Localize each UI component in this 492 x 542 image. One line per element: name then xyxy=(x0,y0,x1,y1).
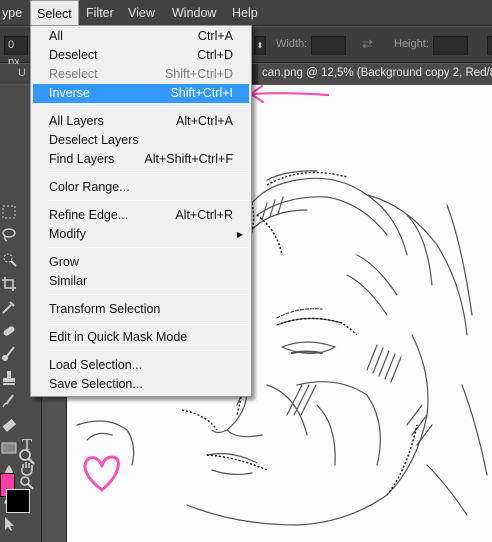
swap-icon[interactable]: ⇄ xyxy=(362,36,373,52)
menu-item-deselect[interactable]: Deselect Ctrl+D xyxy=(33,46,249,65)
menu-filter[interactable]: Filter xyxy=(80,0,120,26)
healing-brush-tool-icon[interactable] xyxy=(0,322,18,340)
menu-item-refine-edge[interactable]: Refine Edge... Alt+Ctrl+R xyxy=(33,206,249,225)
menu-item-all-layers[interactable]: All Layers Alt+Ctrl+A xyxy=(33,112,249,131)
menu-item-all[interactable]: All Ctrl+A xyxy=(33,27,249,46)
arrow-annotation-icon xyxy=(249,84,330,104)
menu-item-reselect: Reselect Shift+Ctrl+D xyxy=(49,67,233,81)
width-input[interactable] xyxy=(311,36,346,55)
menu-item-quick-mask[interactable]: Edit in Quick Mask Mode xyxy=(33,328,249,347)
menu-item-grow[interactable]: Grow xyxy=(33,253,249,272)
menu-item-load-selection[interactable]: Load Selection... xyxy=(33,356,249,375)
menu-separator xyxy=(48,247,248,248)
history-brush-tool-icon[interactable] xyxy=(0,392,18,410)
menu-window[interactable]: Window xyxy=(166,0,222,26)
clone-stamp-tool-icon[interactable] xyxy=(0,369,18,387)
menu-item-transform-selection[interactable]: Transform Selection xyxy=(33,300,249,319)
menu-item-find-layers[interactable]: Find Layers Alt+Shift+Ctrl+F xyxy=(33,150,249,169)
heart-annotation-icon xyxy=(83,455,120,492)
menu-separator xyxy=(48,106,248,107)
chevron-updown-icon: ⬍ xyxy=(256,41,264,50)
refine-edge-button[interactable] xyxy=(487,36,492,55)
zoom-tool-icon[interactable] xyxy=(18,448,36,466)
style-dropdown[interactable]: ⬍ xyxy=(254,36,266,55)
eyedropper-tool-icon[interactable] xyxy=(0,298,18,316)
menu-item-similar[interactable]: Similar xyxy=(33,272,249,291)
submenu-arrow-icon: ▶ xyxy=(236,230,243,239)
menu-separator xyxy=(48,200,248,201)
menu-separator xyxy=(48,172,248,173)
menu-separator xyxy=(48,350,248,351)
background-color-swatch[interactable] xyxy=(6,489,30,513)
menu-separator xyxy=(48,322,248,323)
menu-item-color-range[interactable]: Color Range... xyxy=(33,178,249,197)
marquee-tool-icon[interactable] xyxy=(0,203,18,221)
menu-select[interactable]: Select xyxy=(30,0,79,26)
gradient-tool-icon[interactable] xyxy=(0,439,18,457)
height-input[interactable] xyxy=(433,36,468,55)
menu-view[interactable]: View xyxy=(122,0,161,26)
lasso-tool-icon[interactable] xyxy=(0,226,18,244)
tab-other-document[interactable]: U xyxy=(0,64,34,84)
width-label: Width: xyxy=(276,38,308,50)
menu-type[interactable]: ype xyxy=(0,0,28,26)
menu-item-deselect-layers[interactable]: Deselect Layers xyxy=(33,131,249,150)
select-menu-dropdown: All Ctrl+A Deselect Ctrl+D Reselect Shif… xyxy=(30,25,252,397)
menu-bar: ype Select Filter View Window Help xyxy=(0,0,492,26)
brush-tool-icon[interactable] xyxy=(0,345,18,363)
crop-tool-icon[interactable] xyxy=(0,275,18,293)
height-label: Height: xyxy=(394,38,429,50)
menu-help[interactable]: Help xyxy=(226,0,264,26)
tab-active-document[interactable]: can.png @ 12,5% (Background copy 2, Red/… xyxy=(258,64,492,84)
path-selection-tool-icon[interactable] xyxy=(0,515,18,533)
feather-input[interactable]: 0 px xyxy=(4,36,28,68)
quick-selection-tool-icon[interactable] xyxy=(0,250,18,268)
menu-item-inverse[interactable]: Inverse Shift+Ctrl+I xyxy=(33,84,249,103)
eraser-tool-icon[interactable] xyxy=(0,416,18,434)
menu-item-save-selection[interactable]: Save Selection... xyxy=(33,375,249,394)
menu-item-modify[interactable]: Modify ▶ xyxy=(33,225,249,244)
menu-separator xyxy=(48,294,248,295)
